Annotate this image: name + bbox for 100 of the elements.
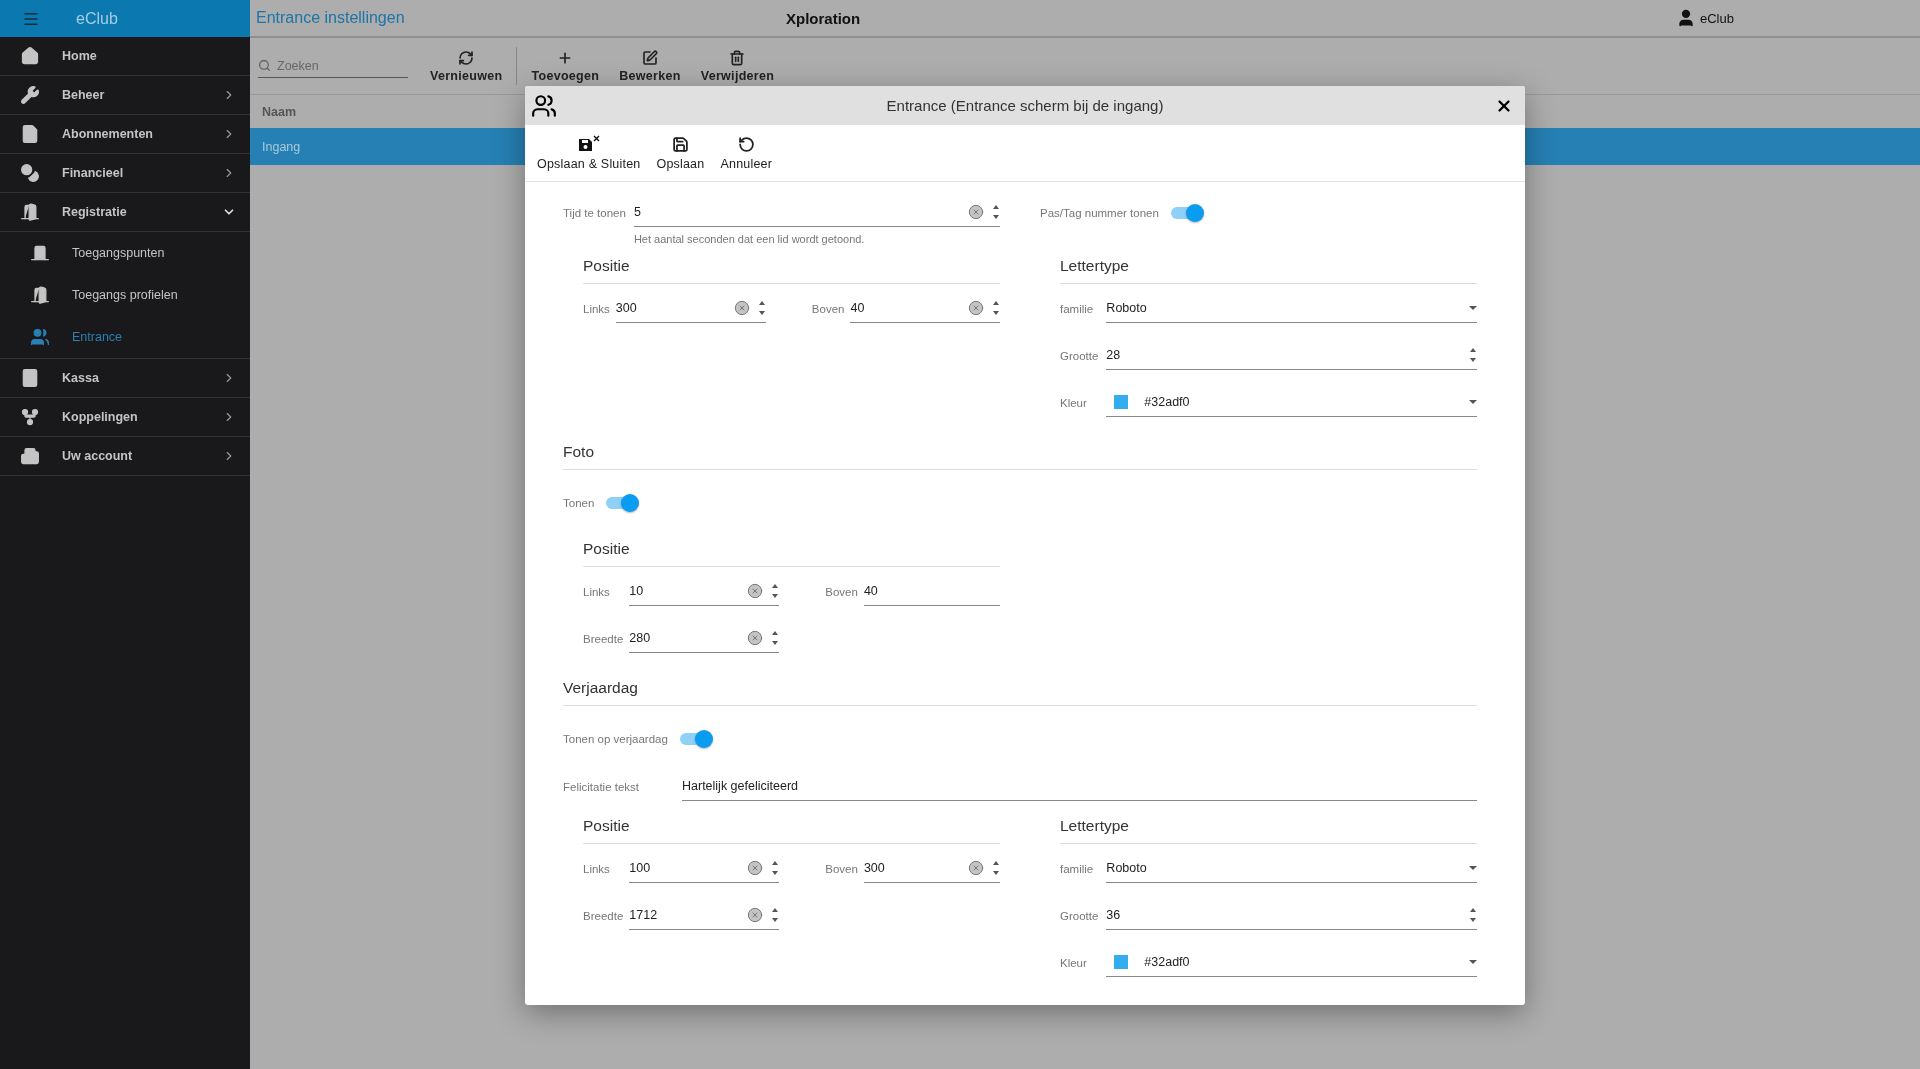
- clear-icon[interactable]: [733, 300, 750, 316]
- spinner-icon[interactable]: [757, 300, 766, 316]
- sidebar-item[interactable]: Koppelingen: [0, 398, 250, 437]
- toggle-switch[interactable]: [1170, 207, 1201, 219]
- trash-icon: [729, 49, 746, 66]
- field-label: Breedte: [583, 632, 624, 645]
- number-field[interactable]: 28: [1106, 341, 1477, 370]
- field-label: Links: [583, 585, 611, 598]
- sidebar-subitem[interactable]: Toegangs profielen: [0, 274, 250, 316]
- clear-icon[interactable]: [968, 860, 984, 876]
- coins-icon: [20, 163, 40, 183]
- group-heading: Lettertype: [1060, 805, 1477, 844]
- toolbar-button[interactable]: Opslaan: [650, 133, 711, 173]
- field-label: Kleur: [1060, 396, 1088, 409]
- number-field[interactable]: 10: [629, 577, 780, 606]
- door-icon: [30, 285, 50, 305]
- input-field[interactable]: Hartelijk gefeliciteerd: [682, 772, 1477, 801]
- sidebar-item[interactable]: Beheer: [0, 76, 250, 115]
- clear-icon[interactable]: [747, 860, 764, 876]
- user-icon[interactable]: [1676, 8, 1696, 28]
- group-heading: Positie: [583, 805, 1000, 844]
- field-hint: Het aantal seconden dat een lid wordt getoond.: [633, 233, 866, 245]
- toggle-label: Tonen op verjaardag: [563, 733, 668, 745]
- number-field[interactable]: 300: [615, 294, 766, 323]
- color-dropdown-field[interactable]: #32adf0: [1106, 948, 1477, 977]
- dialog-title: Entrance (Entrance scherm bij de ingang): [885, 97, 1165, 114]
- dropdown-field[interactable]: Roboto: [1106, 294, 1477, 323]
- toolbar-button[interactable]: Toevoegen: [525, 49, 606, 83]
- wrench-icon: [20, 85, 40, 105]
- clear-icon[interactable]: [747, 907, 764, 923]
- field-label: familie: [1060, 302, 1095, 315]
- section-heading: Verjaardag: [563, 667, 1477, 706]
- save-icon: [671, 135, 689, 153]
- toggle-switch[interactable]: [606, 497, 637, 509]
- dropdown-caret-icon[interactable]: [1469, 865, 1477, 871]
- number-field[interactable]: 1712: [629, 901, 780, 930]
- field-label: familie: [1060, 862, 1095, 875]
- number-field[interactable]: 280: [629, 624, 780, 653]
- toggle-switch[interactable]: [679, 733, 710, 745]
- spinner-icon[interactable]: [771, 583, 780, 599]
- group-heading: Lettertype: [1060, 245, 1477, 284]
- clear-icon[interactable]: [747, 583, 764, 599]
- refresh-icon: [458, 49, 475, 66]
- clear-icon[interactable]: [747, 630, 764, 646]
- field-label: Kleur: [1060, 956, 1088, 969]
- spinner-icon[interactable]: [771, 907, 780, 923]
- field-label: Felicitatie tekst: [563, 780, 641, 793]
- toolbar-button[interactable]: Annuleer: [714, 133, 779, 173]
- field-label: Grootte: [1060, 349, 1099, 362]
- app-name: eClub: [76, 9, 118, 28]
- dropdown-field[interactable]: Roboto: [1106, 854, 1477, 883]
- spinner-icon[interactable]: [992, 300, 1000, 316]
- number-field[interactable]: 5: [633, 198, 1000, 227]
- toolbar-button[interactable]: Opslaan & Sluiten: [531, 133, 647, 173]
- sidebar-item[interactable]: Kassa: [0, 359, 250, 398]
- spinner-icon[interactable]: [992, 860, 1000, 876]
- field-label: Boven: [825, 862, 858, 875]
- spinner-icon[interactable]: [1469, 907, 1477, 923]
- toolbar-button[interactable]: Vernieuwen: [424, 49, 509, 83]
- color-dropdown-field[interactable]: #32adf0: [1106, 388, 1477, 417]
- people-icon: [30, 327, 50, 347]
- section-heading: Foto: [563, 431, 1477, 470]
- sidebar-item[interactable]: Financieel: [0, 154, 250, 193]
- number-field[interactable]: 100: [629, 854, 780, 883]
- field-label: Boven: [811, 302, 845, 315]
- spinner-icon[interactable]: [771, 860, 780, 876]
- sidebar-item[interactable]: Home: [0, 37, 250, 76]
- sidebar-item[interactable]: Abonnementen: [0, 115, 250, 154]
- number-field[interactable]: 36: [1106, 901, 1477, 930]
- toolbar-button[interactable]: Verwijderen: [694, 49, 781, 83]
- group-heading: Positie: [583, 245, 1000, 284]
- number-field[interactable]: 300: [863, 854, 1000, 883]
- number-field[interactable]: 40: [850, 294, 1000, 323]
- sidebar-item[interactable]: Uw account: [0, 437, 250, 476]
- field-label: Links: [583, 302, 610, 315]
- dropdown-caret-icon[interactable]: [1469, 399, 1477, 405]
- input-field[interactable]: 40: [863, 577, 1000, 606]
- clear-icon[interactable]: [968, 300, 984, 316]
- organization-name: Xploration: [786, 9, 862, 27]
- dropdown-caret-icon[interactable]: [1469, 305, 1477, 311]
- dropdown-caret-icon[interactable]: [1469, 959, 1477, 965]
- spinner-icon[interactable]: [771, 630, 780, 646]
- spinner-icon[interactable]: [1469, 347, 1477, 363]
- sidebar-subitem[interactable]: Entrance: [0, 316, 250, 358]
- toolbar-button[interactable]: Bewerken: [613, 49, 687, 83]
- toggle-label: Tonen: [563, 497, 595, 509]
- field-label: Breedte: [583, 909, 624, 922]
- page-title: Entrance instellingen: [256, 9, 406, 27]
- spinner-icon[interactable]: [992, 204, 1000, 220]
- people-icon: [531, 92, 557, 119]
- door-icon: [30, 243, 50, 263]
- user-name[interactable]: eClub: [1700, 10, 1734, 26]
- clear-icon[interactable]: [968, 204, 984, 220]
- color-swatch: [1114, 395, 1129, 409]
- field-label: Grootte: [1060, 909, 1099, 922]
- save-close-icon: [576, 135, 601, 153]
- sidebar-item[interactable]: Registratie: [0, 193, 250, 232]
- edit-icon: [642, 49, 658, 66]
- sidebar-subitem[interactable]: Toegangspunten: [0, 232, 250, 274]
- field-label: Links: [583, 862, 611, 875]
